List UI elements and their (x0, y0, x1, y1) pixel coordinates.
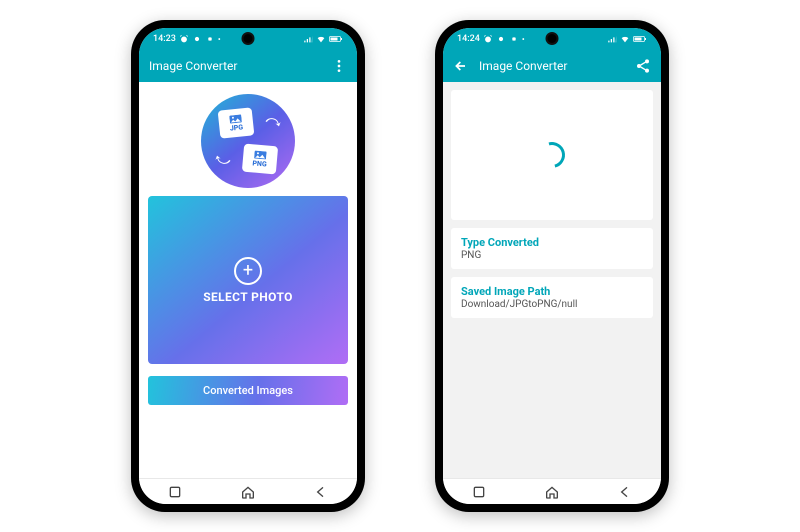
alarm-icon (179, 34, 189, 44)
swap-arrow-icon (212, 145, 237, 170)
overflow-menu-icon[interactable] (331, 58, 347, 74)
notif-icon-2 (509, 34, 519, 44)
status-bar: 14:23 • (139, 28, 357, 50)
system-nav-bar (139, 478, 357, 504)
wifi-icon (620, 34, 630, 44)
type-converted-value: PNG (461, 250, 643, 261)
logo-png-label: PNG (252, 159, 267, 168)
nav-home-icon[interactable] (240, 484, 256, 500)
battery-icon (329, 34, 343, 44)
main-content: JPG PNG + SELECT PHOTO (139, 82, 357, 478)
swap-arrow-icon (260, 113, 285, 138)
type-converted-card: Type Converted PNG (451, 228, 653, 269)
back-arrow-icon[interactable] (453, 58, 469, 74)
share-icon[interactable] (635, 58, 651, 74)
app-bar: Image Converter (443, 50, 661, 82)
notif-icon (496, 34, 506, 44)
status-more: • (218, 35, 221, 44)
status-right-cluster (303, 34, 343, 44)
main-content: Type Converted PNG Saved Image Path Down… (443, 82, 661, 478)
app-logo: JPG PNG (201, 94, 295, 188)
phone-frame-left: 14:23 • (131, 20, 365, 512)
system-nav-bar (443, 478, 661, 504)
status-more: • (522, 35, 525, 44)
preview-card (451, 90, 653, 220)
select-photo-button[interactable]: + SELECT PHOTO (148, 196, 348, 364)
nav-back-icon[interactable] (313, 484, 329, 500)
app-bar: Image Converter (139, 50, 357, 82)
status-left-cluster: 14:24 • (457, 34, 525, 44)
logo-card-png: PNG (242, 144, 278, 175)
logo-jpg-label: JPG (229, 123, 243, 132)
status-time: 14:23 (153, 34, 176, 44)
converted-images-label: Converted Images (203, 384, 293, 397)
logo-inner: JPG PNG (213, 106, 283, 176)
converted-images-button[interactable]: Converted Images (148, 376, 348, 405)
app-title: Image Converter (149, 59, 321, 73)
loading-spinner-icon (534, 137, 570, 173)
notif-icon (192, 34, 202, 44)
alarm-icon (483, 34, 493, 44)
signal-icon (303, 34, 313, 44)
saved-path-card: Saved Image Path Download/JPGtoPNG/null (451, 277, 653, 318)
phone-frame-right: 14:24 • (435, 20, 669, 512)
nav-recent-icon[interactable] (167, 484, 183, 500)
signal-icon (607, 34, 617, 44)
logo-card-jpg: JPG (218, 107, 255, 138)
status-bar: 14:24 • (443, 28, 661, 50)
type-converted-title: Type Converted (461, 236, 643, 249)
screen-right: 14:24 • (443, 28, 661, 504)
select-photo-label: SELECT PHOTO (203, 290, 293, 304)
saved-path-value: Download/JPGtoPNG/null (461, 299, 643, 310)
app-title: Image Converter (479, 59, 625, 73)
nav-home-icon[interactable] (544, 484, 560, 500)
wifi-icon (316, 34, 326, 44)
status-time: 14:24 (457, 34, 480, 44)
status-left-cluster: 14:23 • (153, 34, 221, 44)
nav-recent-icon[interactable] (471, 484, 487, 500)
screen-left: 14:23 • (139, 28, 357, 504)
notif-icon-2 (205, 34, 215, 44)
status-right-cluster (607, 34, 647, 44)
nav-back-icon[interactable] (617, 484, 633, 500)
battery-icon (633, 34, 647, 44)
plus-icon: + (234, 257, 262, 285)
saved-path-title: Saved Image Path (461, 285, 643, 298)
